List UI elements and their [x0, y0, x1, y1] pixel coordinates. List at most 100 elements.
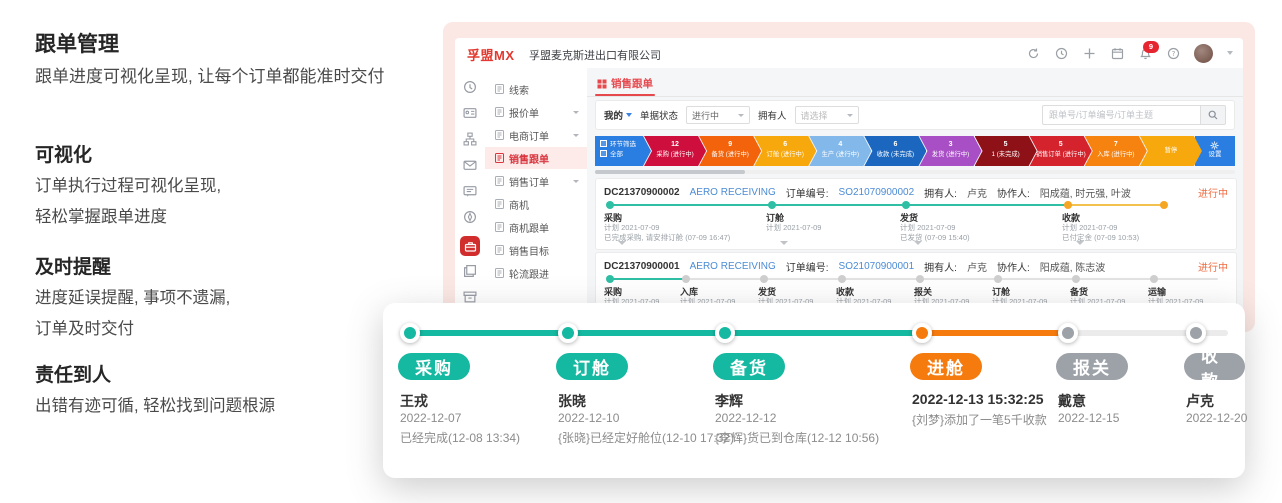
status-badge: 进行中	[1198, 185, 1228, 200]
menu-item-opportunities[interactable]: 商机	[485, 193, 587, 215]
id-card-icon[interactable]	[463, 106, 477, 120]
milestone-person: 李辉	[715, 391, 743, 411]
milestone-pill: 进舱	[910, 353, 982, 380]
pipeline-stage[interactable]: 5销售订单 (进行中)	[1030, 136, 1092, 166]
user-avatar[interactable]	[1194, 44, 1213, 63]
order-header: DC21370900001 AERO RECEIVING 订单编号: SO210…	[604, 259, 1228, 274]
message-icon[interactable]	[463, 184, 477, 198]
milestone-dot	[912, 323, 932, 343]
search-button[interactable]	[1200, 105, 1226, 125]
milestone-pill: 收款	[1184, 353, 1245, 380]
page-title: 跟单管理	[35, 28, 119, 58]
menu-item-opportunity-tracking[interactable]: 商机跟单	[485, 216, 587, 238]
milestone-note: 已经完成(12-08 13:34)	[400, 429, 520, 446]
doc-icon	[495, 153, 504, 163]
menu-item-ecommerce-orders[interactable]: 电商订单	[485, 124, 587, 146]
milestone-person: 王戎	[400, 391, 428, 411]
order-number-link[interactable]: SO21070900001	[839, 261, 915, 272]
stage-dot	[606, 275, 614, 283]
chevron-down-icon	[573, 111, 579, 114]
milestone-date: 2022-12-10	[558, 411, 619, 425]
layers-icon[interactable]	[463, 264, 477, 278]
doc-icon	[495, 107, 504, 117]
scope-dropdown[interactable]: 我的	[604, 108, 632, 122]
pipeline-stage[interactable]: 3发货 (进行中)	[919, 136, 981, 166]
stage-note: 已发货 (07-09 15:40)	[900, 232, 970, 243]
milestone-date: 2022-12-07	[400, 411, 461, 425]
milestone-person: 戴意	[1058, 391, 1086, 411]
stage-dot	[682, 275, 690, 283]
refresh-icon[interactable]	[1026, 46, 1040, 60]
archive-icon[interactable]	[463, 290, 477, 304]
menu-item-leads[interactable]: 线索	[485, 78, 587, 100]
pipeline-stage[interactable]: 6收款 (未完成)	[864, 136, 926, 166]
stage-dot	[1064, 201, 1072, 209]
tab-sales-tracking[interactable]: 销售跟单	[597, 76, 653, 91]
customer-link[interactable]: AERO RECEIVING	[690, 187, 776, 198]
compass-icon[interactable]	[463, 210, 477, 224]
menu-item-rotation-follow[interactable]: 轮流跟进	[485, 262, 587, 284]
avatar-caret-icon[interactable]	[1227, 51, 1233, 55]
doc-icon	[495, 268, 504, 278]
notification-badge: 9	[1143, 41, 1159, 53]
menu-item-sales-target[interactable]: 销售目标	[485, 239, 587, 261]
milestone-dot	[715, 323, 735, 343]
milestone-dot	[400, 323, 420, 343]
menu-item-sales-orders[interactable]: 销售订单	[485, 170, 587, 192]
plus-icon[interactable]	[1082, 46, 1096, 60]
milestone-pill: 备货	[713, 353, 785, 380]
briefcase-icon-active[interactable]	[460, 236, 480, 256]
customer-link[interactable]: AERO RECEIVING	[690, 261, 776, 272]
menu-item-sales-tracking-active[interactable]: 销售跟单	[485, 147, 587, 169]
history-clock-icon[interactable]	[1054, 46, 1068, 60]
milestone-pill: 报关	[1056, 353, 1128, 380]
pipeline-filter-box[interactable]: 环节筛选 全部	[595, 136, 651, 166]
help-icon[interactable]: ?	[1166, 46, 1180, 60]
notification-bell-icon[interactable]: 9	[1138, 46, 1152, 60]
expand-arrow-icon[interactable]	[780, 241, 788, 245]
order-code[interactable]: DC21370900001	[604, 261, 680, 272]
pipeline-stage[interactable]: 6订舱 (进行中)	[754, 136, 816, 166]
milestone-person: 卢克	[1186, 391, 1214, 411]
icon-rail	[455, 68, 486, 322]
timeline-done-line	[403, 330, 925, 336]
app-window: 孚盟MX 孚盟麦克斯进出口有限公司 9	[455, 38, 1243, 322]
search-input[interactable]	[1042, 105, 1200, 125]
chevron-down-icon	[738, 114, 744, 117]
section-text: 订单执行过程可视化呈现,	[35, 172, 221, 196]
company-name: 孚盟麦克斯进出口有限公司	[529, 47, 661, 63]
section-text: 订单及时交付	[35, 315, 134, 339]
expand-arrow-icon[interactable]	[1076, 241, 1084, 245]
timeline-overlay-card: 采购 订舱 备货 进舱 报关 收款 王戎 2022-12-07 已经完成(12-…	[383, 303, 1245, 478]
stage-dot	[768, 201, 776, 209]
order-card[interactable]: DC21370900002 AERO RECEIVING 订单编号: SO210…	[595, 178, 1237, 250]
milestone-pill: 订舱	[556, 353, 628, 380]
menu-item-quotation[interactable]: 报价单	[485, 101, 587, 123]
pipeline-stage[interactable]: 暂停	[1140, 136, 1202, 166]
expand-arrow-icon[interactable]	[618, 241, 626, 245]
gear-icon	[1210, 141, 1219, 150]
status-badge: 进行中	[1198, 259, 1228, 274]
clock-icon[interactable]	[463, 80, 477, 94]
mail-icon[interactable]	[463, 158, 477, 172]
owner-select[interactable]: 请选择	[795, 106, 859, 124]
milestone-date: 2022-12-20	[1186, 411, 1247, 425]
milestone-person: 张晓	[558, 391, 586, 411]
order-code[interactable]: DC21370900002	[604, 187, 680, 198]
calendar-icon[interactable]	[1110, 46, 1124, 60]
milestone-pill: 采购	[398, 353, 470, 380]
order-number-link[interactable]: SO21070900002	[839, 187, 915, 198]
pipeline-stage[interactable]: 51 (未完成)	[975, 136, 1037, 166]
expand-arrow-icon[interactable]	[914, 241, 922, 245]
collaborators: 阳成蕴, 时元强, 叶波	[1040, 185, 1131, 200]
pipeline-stage[interactable]: 12采购 (进行中)	[644, 136, 706, 166]
org-chart-icon[interactable]	[463, 132, 477, 146]
pipeline-stage[interactable]: 9备货 (进行中)	[699, 136, 761, 166]
milestone-note: {刘梦}添加了一笔5千收款	[912, 411, 1047, 428]
milestone-date: 2022-12-15	[1058, 411, 1119, 425]
pipeline-stage[interactable]: 4生产 (进行中)	[809, 136, 871, 166]
milestone-note: {张晓}已经定好舱位(12-10 17:32)	[558, 429, 734, 446]
status-select[interactable]: 进行中	[686, 106, 750, 124]
pipeline-stage[interactable]: 7入库 (进行中)	[1085, 136, 1147, 166]
pipeline-scrollbar-thumb[interactable]	[595, 170, 745, 174]
